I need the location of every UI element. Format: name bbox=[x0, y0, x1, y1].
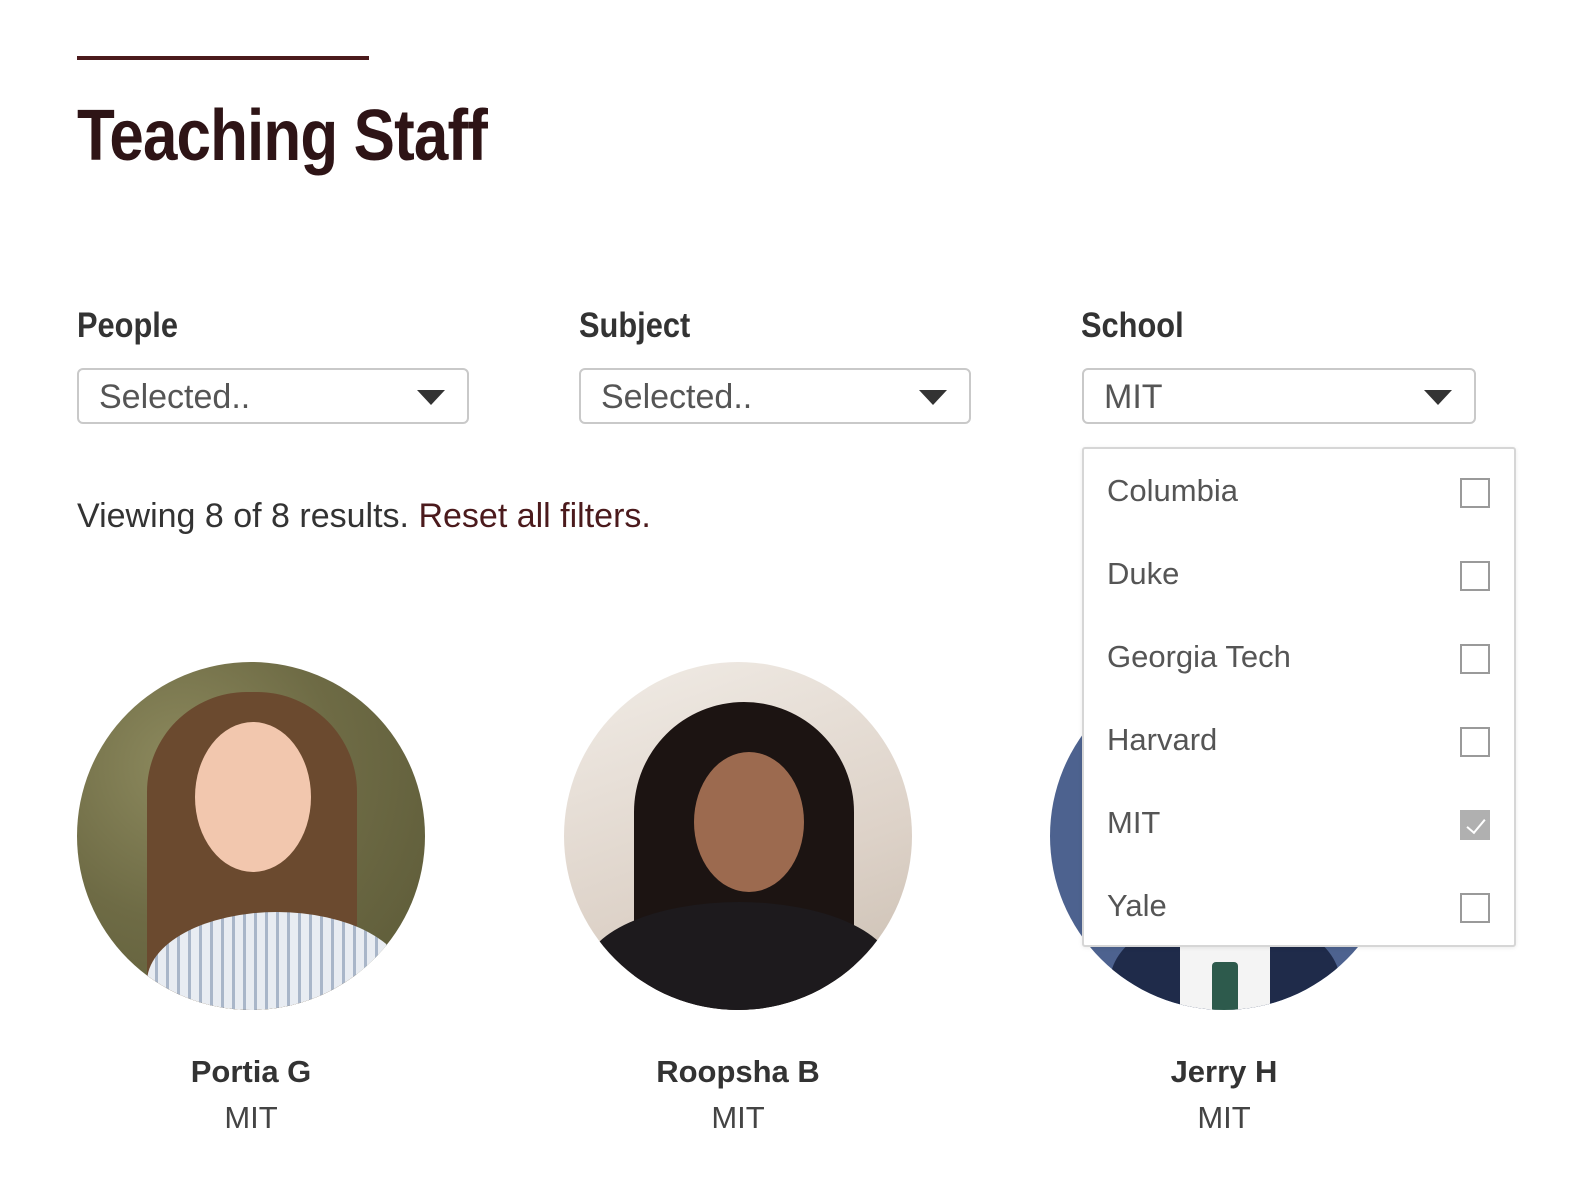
person-school: MIT bbox=[711, 1100, 765, 1135]
school-option-georgia-tech[interactable]: Georgia Tech bbox=[1084, 615, 1514, 698]
people-select-value: Selected.. bbox=[99, 378, 251, 416]
checkbox[interactable] bbox=[1460, 893, 1490, 923]
results-summary: Viewing 8 of 8 results. Reset all filter… bbox=[77, 494, 651, 538]
avatar bbox=[77, 662, 425, 1010]
school-select[interactable]: MIT bbox=[1082, 368, 1476, 424]
person-school: MIT bbox=[1197, 1100, 1251, 1135]
checkbox[interactable] bbox=[1460, 561, 1490, 591]
checkbox[interactable] bbox=[1460, 644, 1490, 674]
people-select[interactable]: Selected.. bbox=[77, 368, 469, 424]
option-label: Harvard bbox=[1107, 722, 1218, 757]
school-select-value: MIT bbox=[1104, 378, 1163, 416]
results-count-text: Viewing 8 of 8 results. bbox=[77, 497, 409, 535]
chevron-down-icon bbox=[1424, 390, 1452, 405]
school-option-duke[interactable]: Duke bbox=[1084, 532, 1514, 615]
person-name: Jerry H bbox=[1170, 1054, 1278, 1089]
option-label: MIT bbox=[1107, 805, 1161, 840]
chevron-down-icon bbox=[919, 390, 947, 405]
school-filter-label: School bbox=[1081, 306, 1184, 345]
teaching-staff-page: Teaching Staff People Selected.. Subject… bbox=[0, 0, 1586, 1196]
school-option-columbia[interactable]: Columbia bbox=[1084, 449, 1514, 532]
school-option-harvard[interactable]: Harvard bbox=[1084, 698, 1514, 781]
option-label: Georgia Tech bbox=[1107, 639, 1291, 674]
option-label: Duke bbox=[1107, 556, 1180, 591]
subject-select-value: Selected.. bbox=[601, 378, 753, 416]
school-option-mit[interactable]: MIT bbox=[1084, 781, 1514, 864]
school-dropdown-menu: Columbia Duke Georgia Tech Harvard MIT Y… bbox=[1082, 447, 1516, 947]
subject-select[interactable]: Selected.. bbox=[579, 368, 971, 424]
checkbox-checked[interactable] bbox=[1460, 810, 1490, 840]
subject-filter-label: Subject bbox=[579, 306, 691, 345]
checkbox[interactable] bbox=[1460, 478, 1490, 508]
title-rule bbox=[77, 56, 369, 60]
checkbox[interactable] bbox=[1460, 727, 1490, 757]
person-name: Portia G bbox=[190, 1054, 312, 1089]
checkmark-icon bbox=[1466, 813, 1486, 835]
option-label: Columbia bbox=[1107, 473, 1238, 508]
person-school: MIT bbox=[224, 1100, 278, 1135]
option-label: Yale bbox=[1107, 888, 1167, 923]
people-filter-label: People bbox=[77, 306, 178, 345]
reset-filters-link[interactable]: Reset all filters. bbox=[418, 497, 650, 535]
page-title: Teaching Staff bbox=[77, 96, 488, 176]
staff-card[interactable]: Portia G MIT bbox=[77, 662, 425, 1138]
staff-card[interactable]: Roopsha B MIT bbox=[564, 662, 912, 1138]
school-option-yale[interactable]: Yale bbox=[1084, 864, 1514, 947]
avatar bbox=[564, 662, 912, 1010]
chevron-down-icon bbox=[417, 390, 445, 405]
person-name: Roopsha B bbox=[656, 1054, 820, 1089]
